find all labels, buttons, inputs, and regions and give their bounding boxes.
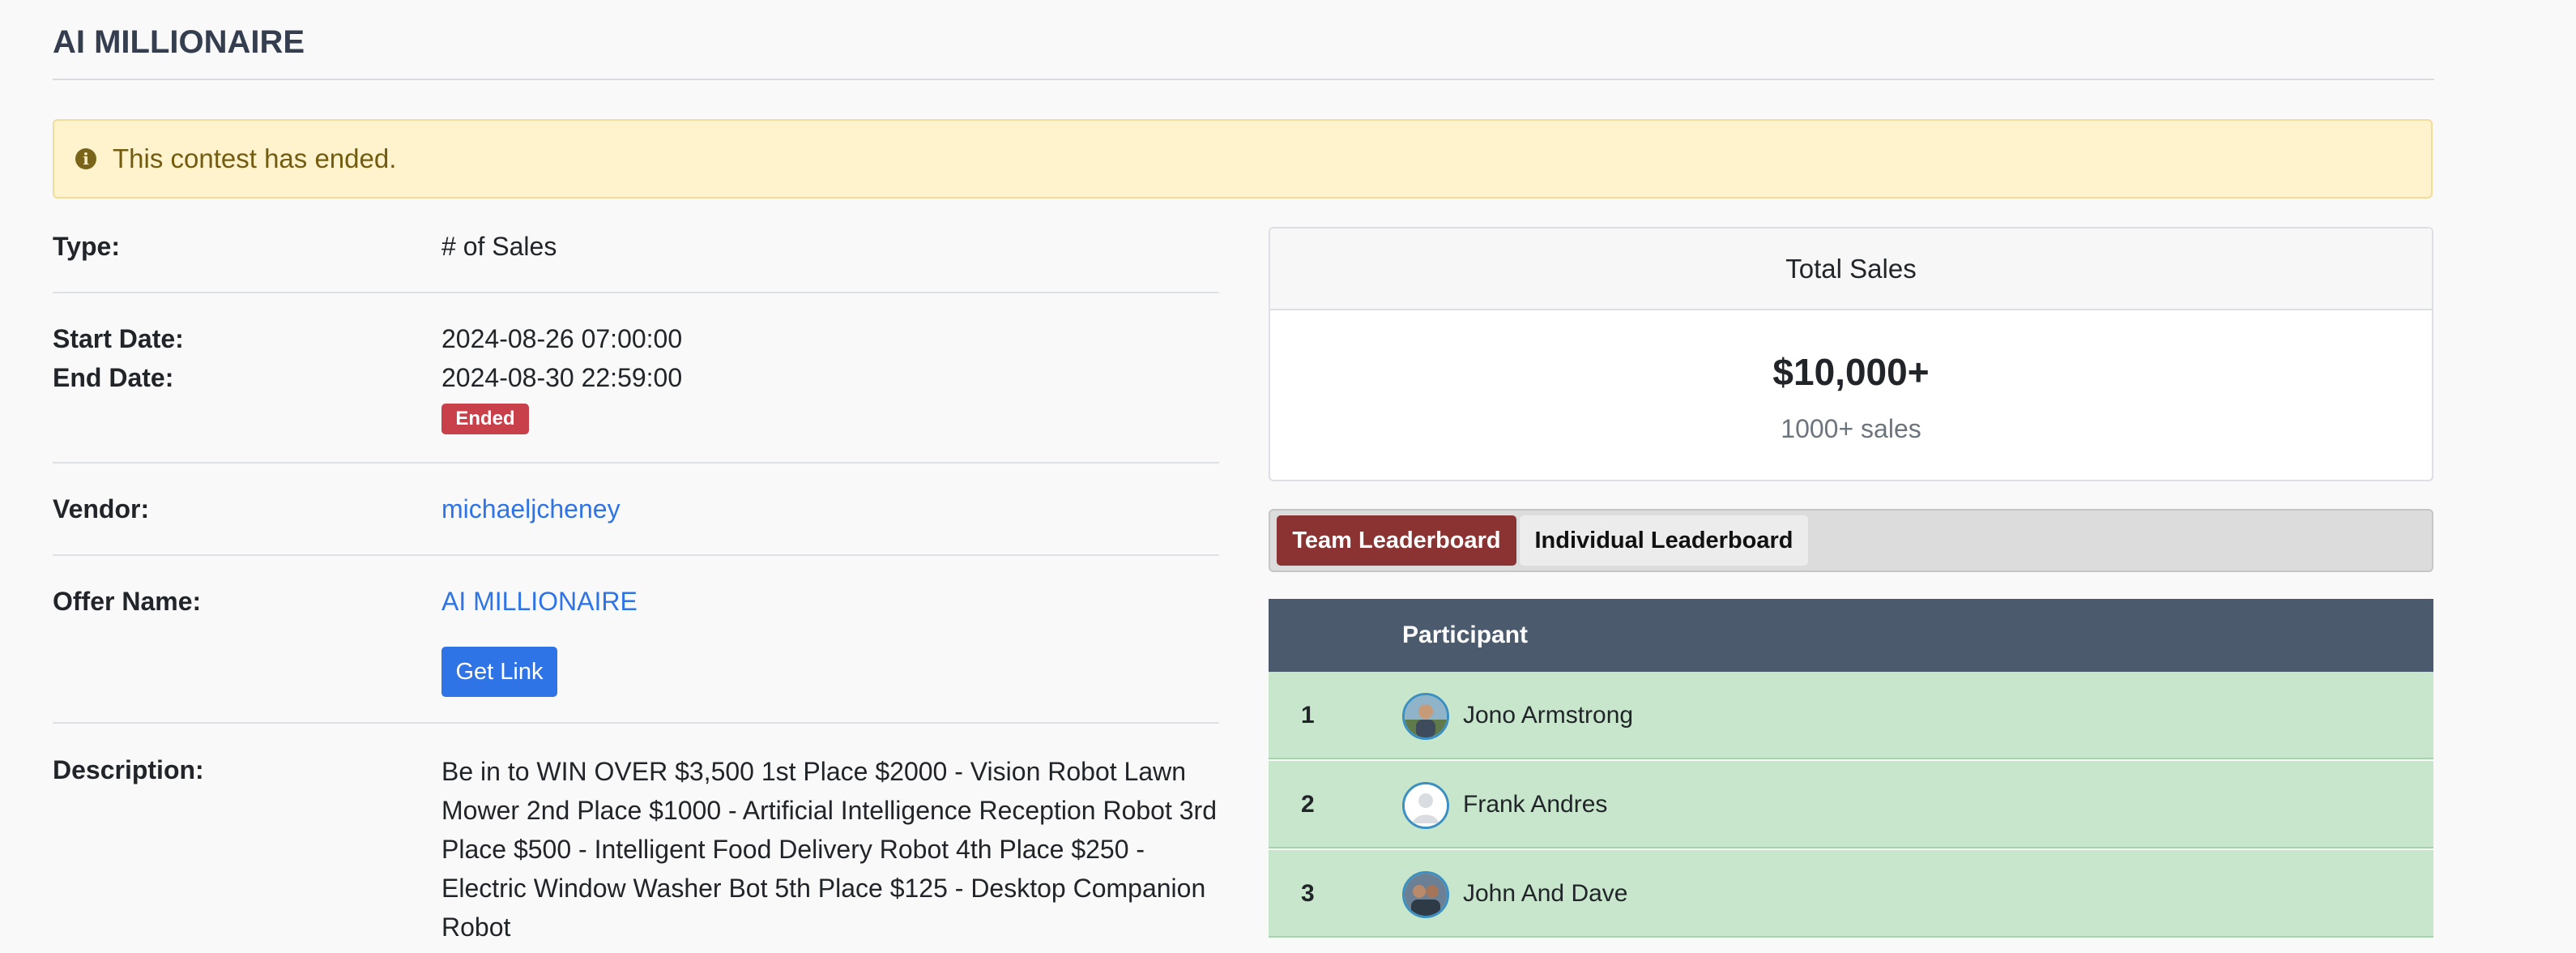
type-label: Type: — [53, 232, 120, 261]
participant-name: Frank Andres — [1463, 791, 1608, 818]
leaderboard-tabs: Team Leaderboard Individual Leaderboard — [1269, 509, 2433, 572]
alert-text: This contest has ended. — [113, 143, 397, 173]
end-date-label: End Date: — [53, 363, 174, 392]
vendor-label: Vendor: — [53, 494, 150, 524]
table-row: 2 Frank Andres — [1269, 761, 2433, 848]
total-sales-amount: $10,000+ — [1772, 351, 1930, 393]
vendor-link[interactable]: michaeljcheney — [441, 494, 621, 524]
page-title: AI MILLIONAIRE — [53, 24, 305, 60]
get-link-button[interactable]: Get Link — [441, 647, 557, 697]
avatar — [1402, 782, 1449, 829]
divider — [53, 292, 1219, 293]
photo-avatar-icon — [1405, 695, 1447, 737]
divider — [53, 722, 1219, 724]
description-label: Description: — [53, 755, 204, 784]
participant-column-header: Participant — [1402, 622, 1529, 648]
table-row: 3 John And Dave — [1269, 850, 2433, 938]
type-value: # of Sales — [441, 232, 557, 261]
leaderboard-header: Participant — [1269, 599, 2433, 672]
participant-name: Jono Armstrong — [1463, 702, 1634, 729]
start-date-label: Start Date: — [53, 324, 184, 353]
avatar — [1402, 693, 1449, 740]
avatar — [1402, 871, 1449, 918]
table-row: 1 Jono Armstrong — [1269, 672, 2433, 759]
rank: 3 — [1301, 880, 1315, 907]
start-date-value: 2024-08-26 07:00:00 — [441, 324, 683, 353]
offer-name-label: Offer Name: — [53, 587, 202, 616]
description-text: Be in to WIN OVER $3,500 1st Place $2000… — [441, 757, 1217, 942]
info-icon: i — [75, 148, 96, 169]
divider — [53, 462, 1219, 464]
offer-name-link[interactable]: AI MILLIONAIRE — [441, 587, 638, 617]
default-avatar-icon — [1405, 784, 1447, 827]
contest-ended-alert: i This contest has ended. — [53, 119, 2433, 199]
status-badge: Ended — [441, 404, 529, 434]
participant-name: John And Dave — [1463, 880, 1628, 907]
rank: 2 — [1301, 791, 1315, 818]
total-sales-card: Total Sales $10,000+ 1000+ sales — [1269, 227, 2433, 481]
total-sales-count: 1000+ sales — [1781, 414, 1921, 443]
tab-team-leaderboard[interactable]: Team Leaderboard — [1277, 515, 1516, 566]
photo-avatar-icon — [1405, 874, 1447, 916]
title-divider — [53, 79, 2434, 80]
rank: 1 — [1301, 702, 1315, 729]
total-sales-header: Total Sales — [1270, 229, 2432, 310]
tab-individual-leaderboard[interactable]: Individual Leaderboard — [1520, 515, 1808, 566]
end-date-value: 2024-08-30 22:59:00 — [441, 363, 683, 392]
divider — [53, 554, 1219, 556]
